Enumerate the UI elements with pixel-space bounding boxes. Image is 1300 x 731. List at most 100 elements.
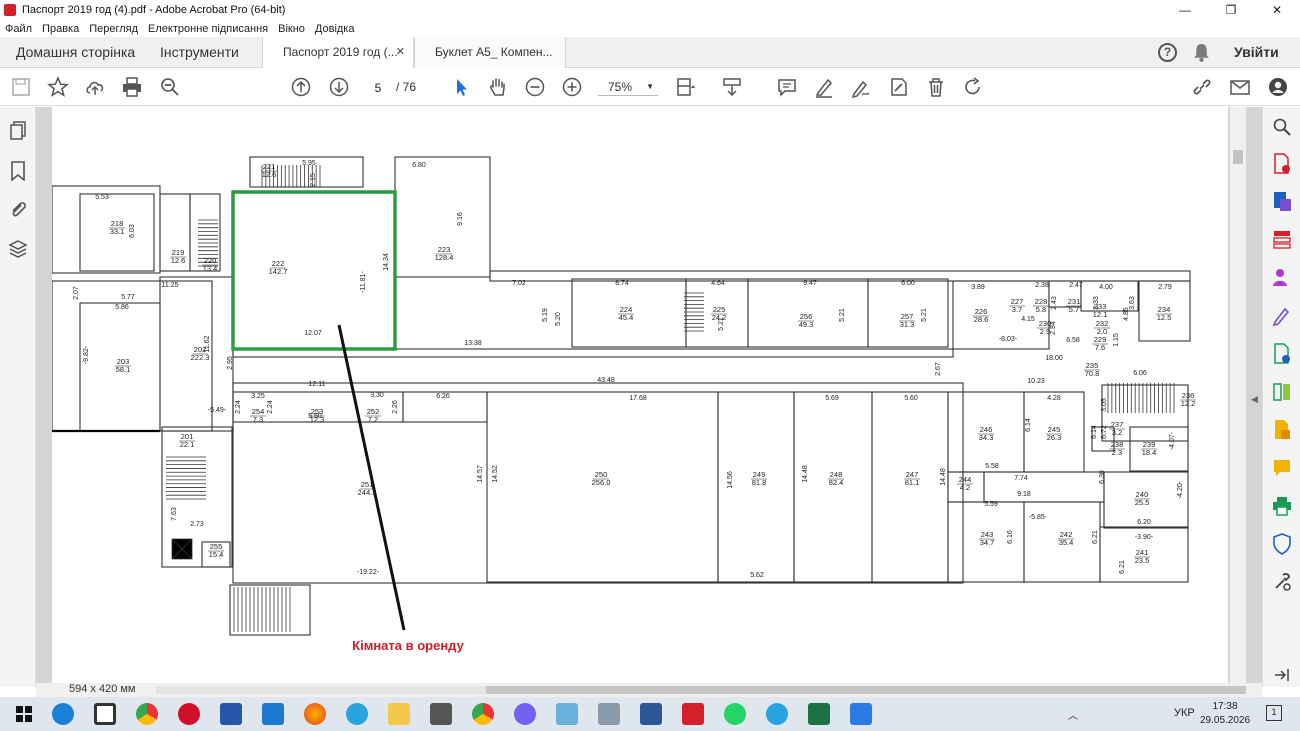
word-icon[interactable]: [640, 703, 662, 725]
whatsapp-icon[interactable]: [724, 703, 746, 725]
scroll-mode-icon[interactable]: [721, 76, 743, 98]
fill-sign-icon[interactable]: [1272, 305, 1292, 327]
vertical-scrollbar[interactable]: [1230, 107, 1246, 687]
dimension-label: 2.73: [190, 521, 204, 528]
comment-tool-icon[interactable]: [1272, 457, 1292, 479]
sign-pen-icon[interactable]: [850, 76, 872, 98]
telegram-icon[interactable]: [346, 703, 368, 725]
file-explorer-icon[interactable]: [388, 703, 410, 725]
zoom-out-icon[interactable]: [524, 76, 546, 98]
dimension-label: 5.62: [750, 572, 764, 579]
cloud-upload-icon[interactable]: [84, 76, 106, 98]
app-d-icon[interactable]: [850, 703, 872, 725]
horizontal-scrollbar-thumb[interactable]: [486, 686, 1246, 694]
dimension-label: 5.21: [839, 308, 846, 322]
dimension-label: 14.48: [940, 468, 947, 486]
horizontal-scrollbar[interactable]: [156, 686, 1246, 694]
hand-tool-icon[interactable]: [487, 76, 509, 98]
comment-icon[interactable]: [776, 76, 798, 98]
page-fit-icon[interactable]: [674, 76, 696, 98]
dimension-label: -11.81-: [360, 271, 367, 293]
windows-start-icon[interactable]: [16, 706, 32, 722]
dimension-label: 14.52: [492, 465, 499, 483]
firefox-icon[interactable]: [304, 703, 326, 725]
dimension-label: 9.18: [1017, 491, 1031, 498]
app-a-icon[interactable]: [220, 703, 242, 725]
redo-icon[interactable]: [962, 76, 984, 98]
chrome-profile-icon[interactable]: [472, 703, 494, 725]
outlook-icon[interactable]: [262, 703, 284, 725]
export-annotations-icon[interactable]: [1272, 419, 1292, 441]
print-production-icon[interactable]: [1272, 495, 1292, 517]
stamp-edit-icon[interactable]: [887, 76, 909, 98]
pages-icon[interactable]: [9, 121, 27, 141]
share-link-icon[interactable]: [1191, 76, 1213, 98]
notification-icon[interactable]: 1: [1266, 705, 1282, 721]
zoom-select[interactable]: 75% ▼: [598, 78, 658, 96]
highlight-pen-icon[interactable]: [813, 76, 835, 98]
tab-tools[interactable]: Інструменти: [160, 37, 239, 68]
bell-icon[interactable]: [1193, 43, 1210, 62]
organize-pages-icon[interactable]: [1272, 229, 1292, 251]
menu-edit[interactable]: Правка: [37, 23, 84, 35]
dimension-label: 13.38: [464, 340, 482, 347]
language-indicator[interactable]: УКР: [1174, 707, 1195, 719]
menu-esign[interactable]: Електронне підписання: [143, 23, 273, 35]
acrobat-taskbar-icon[interactable]: [682, 703, 704, 725]
export-pdf-icon[interactable]: [1272, 191, 1292, 213]
menu-file[interactable]: Файл: [0, 23, 37, 35]
print-icon[interactable]: [121, 76, 143, 98]
chevron-up-icon[interactable]: ︿: [1068, 707, 1078, 722]
help-icon[interactable]: ?: [1158, 43, 1177, 62]
signin-button[interactable]: Увійти: [1234, 44, 1279, 60]
close-button[interactable]: ✕: [1254, 0, 1300, 20]
select-cursor-icon[interactable]: [450, 76, 472, 98]
tab-home[interactable]: Домашня сторінка: [16, 37, 135, 68]
create-pdf-icon[interactable]: [1272, 153, 1292, 175]
page-up-icon[interactable]: [290, 76, 312, 98]
page-number-input[interactable]: 5: [364, 78, 392, 96]
star-icon[interactable]: [47, 76, 69, 98]
collapse-right-arrow-icon[interactable]: ◀: [1251, 394, 1258, 405]
more-tools-icon[interactable]: [1272, 571, 1292, 593]
store-icon[interactable]: [94, 703, 116, 725]
zoom-in-icon[interactable]: [561, 76, 583, 98]
app-b-icon[interactable]: [556, 703, 578, 725]
tab-doc-passport[interactable]: Паспорт 2019 год (... ✕: [262, 37, 414, 69]
edge-icon[interactable]: [52, 703, 74, 725]
telegram-2-icon[interactable]: [766, 703, 788, 725]
account-icon[interactable]: [1267, 76, 1289, 98]
menu-view[interactable]: Перегляд: [84, 23, 143, 35]
menu-help[interactable]: Довідка: [310, 23, 360, 35]
dimension-label: 14.57: [477, 465, 484, 483]
dimension-label: 6.80: [412, 162, 426, 169]
expand-panel-icon[interactable]: [1273, 667, 1291, 683]
room-area: 256.0: [592, 478, 611, 487]
protect-shield-icon[interactable]: [1272, 533, 1292, 555]
chrome-icon[interactable]: [136, 703, 158, 725]
app-c-icon[interactable]: [598, 703, 620, 725]
mail-icon[interactable]: [1229, 76, 1251, 98]
page-down-icon[interactable]: [328, 76, 350, 98]
clock[interactable]: 17:38 29.05.2026: [1200, 700, 1250, 728]
attachment-icon[interactable]: [9, 199, 27, 219]
layers-icon[interactable]: [8, 239, 28, 259]
menu-window[interactable]: Вікно: [273, 23, 310, 35]
save-icon[interactable]: [10, 76, 32, 98]
search-icon[interactable]: [1272, 117, 1292, 137]
calculator-icon[interactable]: [430, 703, 452, 725]
tab-doc-booklet[interactable]: Буклет А5_ Компен...: [414, 37, 566, 68]
vertical-scrollbar-thumb[interactable]: [1233, 150, 1243, 164]
viber-icon[interactable]: [514, 703, 536, 725]
enhance-scans-icon[interactable]: [1272, 343, 1292, 365]
compare-files-icon[interactable]: [1272, 381, 1292, 403]
opera-icon[interactable]: [178, 703, 200, 725]
request-signature-icon[interactable]: [1272, 267, 1292, 289]
excel-icon[interactable]: [808, 703, 830, 725]
zoom-out-magnifier-icon[interactable]: [159, 76, 181, 98]
close-icon[interactable]: ✕: [396, 37, 405, 68]
bookmark-icon[interactable]: [10, 161, 26, 181]
trash-icon[interactable]: [925, 76, 947, 98]
minimize-button[interactable]: —: [1162, 0, 1208, 20]
maximize-button[interactable]: ❐: [1208, 0, 1254, 20]
